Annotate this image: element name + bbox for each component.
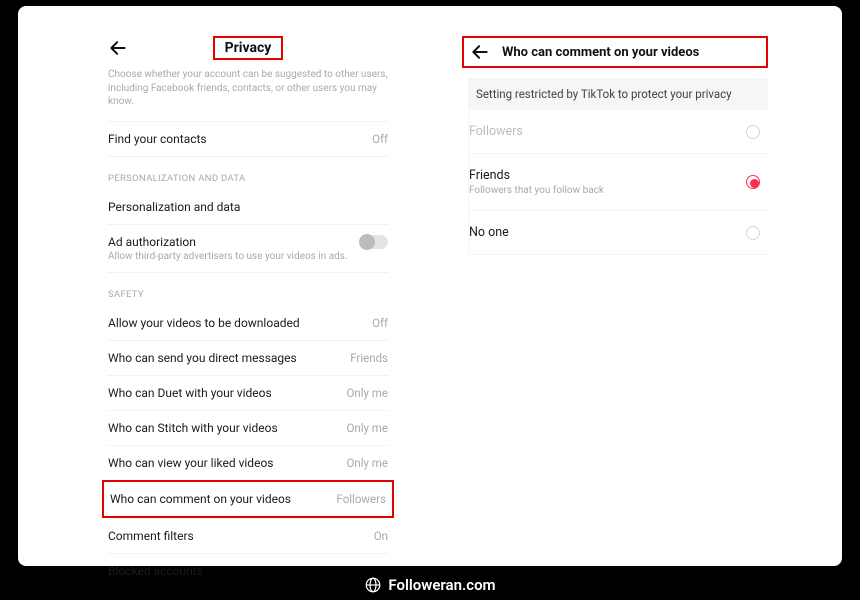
who-can-comment-row[interactable]: Who can comment on your videos Followers (102, 480, 394, 518)
allow-download-label: Allow your videos to be downloaded (108, 316, 300, 330)
option-friends[interactable]: Friends Followers that you follow back (469, 154, 768, 211)
privacy-header: Privacy (108, 36, 388, 60)
footer-watermark: Followeran.com (0, 576, 860, 594)
option-friends-label: Friends (469, 168, 604, 183)
section-personalization-title: PERSONALIZATION AND DATA (108, 173, 388, 184)
restricted-banner: Setting restricted by TikTok to protect … (468, 78, 768, 110)
comment-settings-panel: Who can comment on your videos Setting r… (468, 36, 768, 546)
option-noone[interactable]: No one (469, 211, 768, 254)
comment-header: Who can comment on your videos (462, 36, 768, 68)
comment-filters-row[interactable]: Comment filters On (108, 518, 388, 553)
find-contacts-label: Find your contacts (108, 132, 207, 146)
ad-authorization-row[interactable]: Ad authorization Allow third-party adver… (108, 224, 388, 272)
who-can-comment-label: Who can comment on your videos (110, 492, 291, 506)
duet-row[interactable]: Who can Duet with your videos Only me (108, 375, 388, 410)
ad-auth-label: Ad authorization (108, 235, 348, 249)
radio-followers (746, 125, 760, 139)
option-followers-label: Followers (469, 124, 523, 139)
duet-value: Only me (346, 386, 388, 400)
option-friends-sub: Followers that you follow back (469, 185, 604, 196)
ad-auth-toggle[interactable] (360, 235, 388, 249)
liked-label: Who can view your liked videos (108, 456, 273, 470)
ad-auth-sub: Allow third-party advertisers to use you… (108, 251, 348, 262)
section-safety-title: SAFETY (108, 289, 388, 300)
privacy-title: Privacy (213, 36, 284, 60)
find-contacts-value: Off (372, 132, 388, 146)
comment-options: Followers Friends Followers that you fol… (468, 110, 768, 255)
who-can-comment-value: Followers (336, 492, 386, 506)
comment-filters-value: On (374, 529, 388, 543)
back-arrow-icon[interactable] (470, 42, 490, 62)
duet-label: Who can Duet with your videos (108, 386, 272, 400)
option-noone-label: No one (469, 225, 509, 240)
stitch-label: Who can Stitch with your videos (108, 421, 278, 435)
allow-download-row[interactable]: Allow your videos to be downloaded Off (108, 306, 388, 340)
stitch-value: Only me (346, 421, 388, 435)
dm-row[interactable]: Who can send you direct messages Friends (108, 340, 388, 375)
comment-title: Who can comment on your videos (502, 45, 699, 60)
radio-noone[interactable] (746, 226, 760, 240)
comment-filters-label: Comment filters (108, 529, 194, 543)
find-contacts-row[interactable]: Find your contacts Off (108, 121, 388, 156)
liked-row[interactable]: Who can view your liked videos Only me (108, 445, 388, 480)
dm-label: Who can send you direct messages (108, 351, 297, 365)
personalization-row[interactable]: Personalization and data (108, 190, 388, 224)
liked-value: Only me (346, 456, 388, 470)
privacy-description: Choose whether your account can be sugge… (108, 68, 388, 109)
radio-friends[interactable] (746, 175, 760, 189)
globe-icon (364, 576, 382, 594)
app-window: Privacy Choose whether your account can … (18, 6, 842, 566)
back-arrow-icon[interactable] (108, 38, 128, 58)
stitch-row[interactable]: Who can Stitch with your videos Only me (108, 410, 388, 445)
privacy-settings-panel: Privacy Choose whether your account can … (108, 36, 388, 546)
allow-download-value: Off (372, 316, 388, 330)
dm-value: Friends (350, 351, 388, 365)
footer-text: Followeran.com (388, 576, 495, 594)
option-followers: Followers (469, 110, 768, 154)
personalization-label: Personalization and data (108, 200, 240, 214)
